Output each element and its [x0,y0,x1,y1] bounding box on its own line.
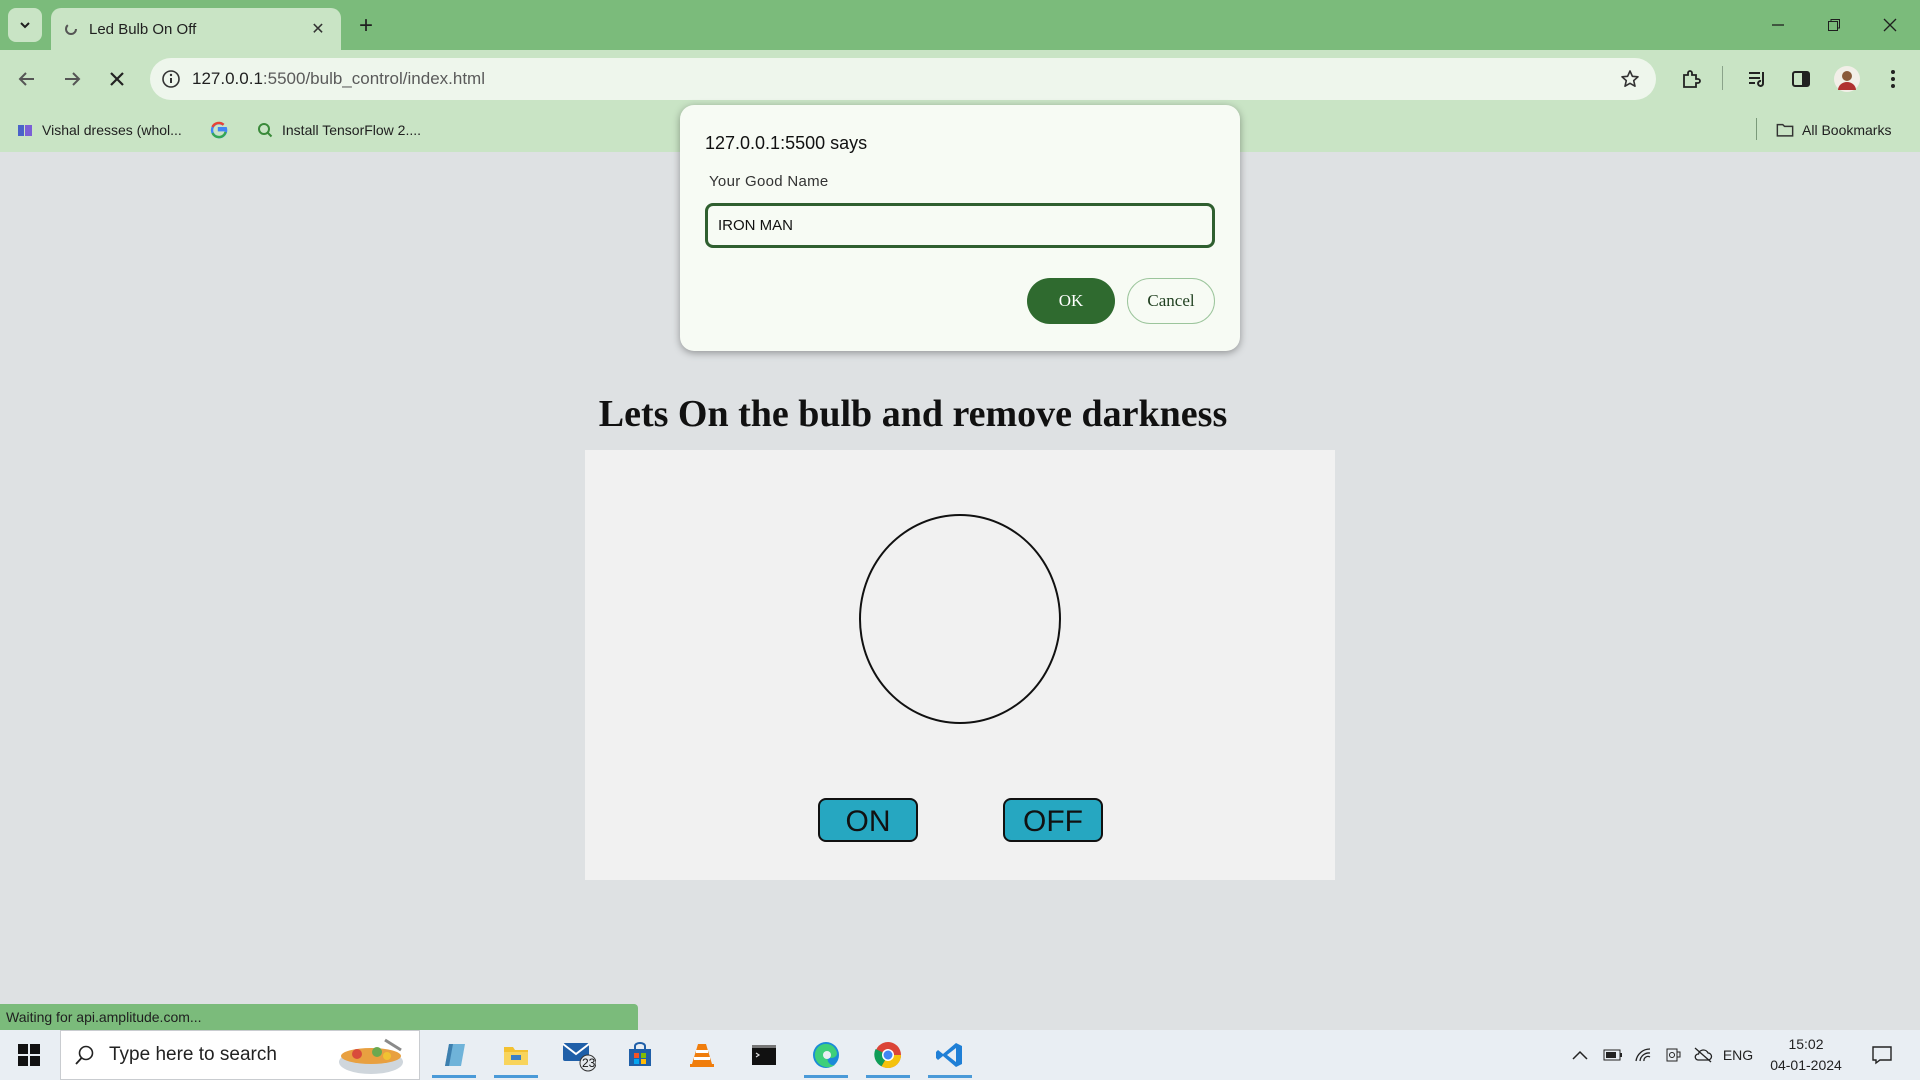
search-favicon-icon [256,121,274,139]
prompt-dialog: 127.0.0.1:5500 says Your Good Name OK Ca… [680,105,1240,351]
windows-taskbar: Type here to search 23 ENG 15:02 04-01-2… [0,1030,1920,1080]
arrow-left-icon [18,72,34,86]
close-icon [1883,18,1897,32]
chrome-icon [874,1042,902,1069]
media-control-icon[interactable] [1740,62,1774,96]
windows-logo-icon [18,1044,40,1066]
loading-icon [63,21,79,37]
back-button[interactable] [10,62,44,96]
dialog-message: Your Good Name [709,173,829,190]
url-host: 127.0.0.1 [192,69,263,88]
vlc-icon [690,1044,714,1067]
arrow-right-icon [65,72,81,86]
terminal-icon [752,1045,776,1065]
cloud-offline-icon[interactable] [1688,1030,1718,1080]
taskbar-search-box[interactable]: Type here to search [60,1030,420,1080]
taskbar-app-mail[interactable]: 23 [550,1032,606,1078]
bookmark-google[interactable] [210,118,236,142]
clock-time: 15:02 [1788,1036,1824,1052]
taskbar-app-store[interactable] [612,1032,668,1078]
taskbar-app-notes[interactable] [426,1032,482,1078]
bookmark-star-icon[interactable] [1610,59,1650,99]
folder-icon [504,1047,528,1065]
taskbar-app-vscode[interactable] [922,1032,978,1078]
notification-icon [1872,1046,1892,1065]
taskbar-app-chrome[interactable] [860,1032,916,1078]
url-path: :5500/bulb_control/index.html [262,69,485,88]
browser-titlebar: Led Bulb On Off ✕ + [0,0,1920,50]
wifi-icon[interactable] [1628,1030,1658,1080]
search-icon [61,1030,109,1080]
notifications-button[interactable] [1862,1030,1902,1080]
extensions-icon[interactable] [1674,62,1708,96]
tab-search-button[interactable] [8,8,42,42]
ok-button[interactable]: OK [1027,278,1115,324]
mail-badge: 23 [582,1056,596,1070]
all-bookmarks-button[interactable]: All Bookmarks [1776,118,1891,142]
browser-menu-icon[interactable] [1876,62,1910,96]
clock-date: 04-01-2024 [1770,1057,1842,1073]
all-bookmarks-label: All Bookmarks [1802,122,1892,138]
forward-button[interactable] [55,62,89,96]
minimize-button[interactable] [1750,0,1806,50]
vscode-icon [936,1043,962,1067]
taskbar-clock[interactable]: 15:02 04-01-2024 [1756,1034,1856,1076]
new-tab-button[interactable]: + [352,12,380,40]
stop-loading-button[interactable] [100,62,134,96]
tab-led-bulb[interactable]: Led Bulb On Off ✕ [51,8,341,50]
start-button[interactable] [8,1038,50,1072]
site-info-icon[interactable] [150,58,192,100]
url-text[interactable]: 127.0.0.1:5500/bulb_control/index.html [192,69,1610,89]
close-window-button[interactable] [1862,0,1918,50]
language-indicator[interactable]: ENG [1718,1030,1758,1080]
profile-avatar[interactable] [1830,62,1864,96]
bookmarks-divider [1756,118,1757,140]
tab-title: Led Bulb On Off [89,20,197,38]
bulb-panel: ON OFF [585,450,1335,880]
taskbar-app-file-explorer[interactable] [488,1032,544,1078]
side-panel-icon[interactable] [1784,62,1818,96]
status-bubble: Waiting for api.amplitude.com... [0,1004,638,1030]
taskbar-app-terminal[interactable] [736,1032,792,1078]
off-button[interactable]: OFF [1003,798,1103,842]
edge-icon [813,1042,839,1068]
restore-button[interactable] [1806,0,1862,50]
restore-icon [1828,19,1840,31]
taskbar-app-edge[interactable] [798,1032,854,1078]
toolbar-divider [1722,66,1723,90]
bookmark-label: Vishal dresses (whol... [42,122,182,138]
browser-toolbar: 127.0.0.1:5500/bulb_control/index.html [0,50,1920,108]
bookmark-vishal-dresses[interactable]: Vishal dresses (whol... [16,118,182,142]
on-button[interactable]: ON [818,798,918,842]
chevron-up-icon [1572,1050,1588,1060]
battery-icon[interactable] [1598,1030,1628,1080]
google-icon [210,121,228,139]
show-hidden-icons-chevron[interactable] [1566,1030,1594,1080]
notepad-icon [445,1044,465,1066]
minimize-icon [1772,24,1784,26]
tab-close-icon[interactable]: ✕ [307,18,329,40]
bookmark-label: Install TensorFlow 2.... [282,122,422,138]
page-heading: Lets On the bulb and remove darkness [598,393,1228,435]
address-bar[interactable]: 127.0.0.1:5500/bulb_control/index.html [150,58,1656,100]
dialog-title: 127.0.0.1:5500 says [705,133,868,153]
led-bulb [859,514,1061,724]
app-favicon-icon [16,121,34,139]
search-placeholder: Type here to search [109,1044,277,1065]
store-icon [629,1042,651,1066]
bookmark-install-tensorflow[interactable]: Install TensorFlow 2.... [256,118,421,142]
food-bowl-icon [339,1038,403,1074]
stop-icon [110,72,124,86]
folder-icon [1776,121,1794,139]
device-icon[interactable] [1658,1030,1688,1080]
taskbar-app-vlc[interactable] [674,1032,730,1078]
name-input[interactable] [705,203,1215,248]
cancel-button[interactable]: Cancel [1127,278,1215,324]
chevron-down-icon [20,22,30,29]
